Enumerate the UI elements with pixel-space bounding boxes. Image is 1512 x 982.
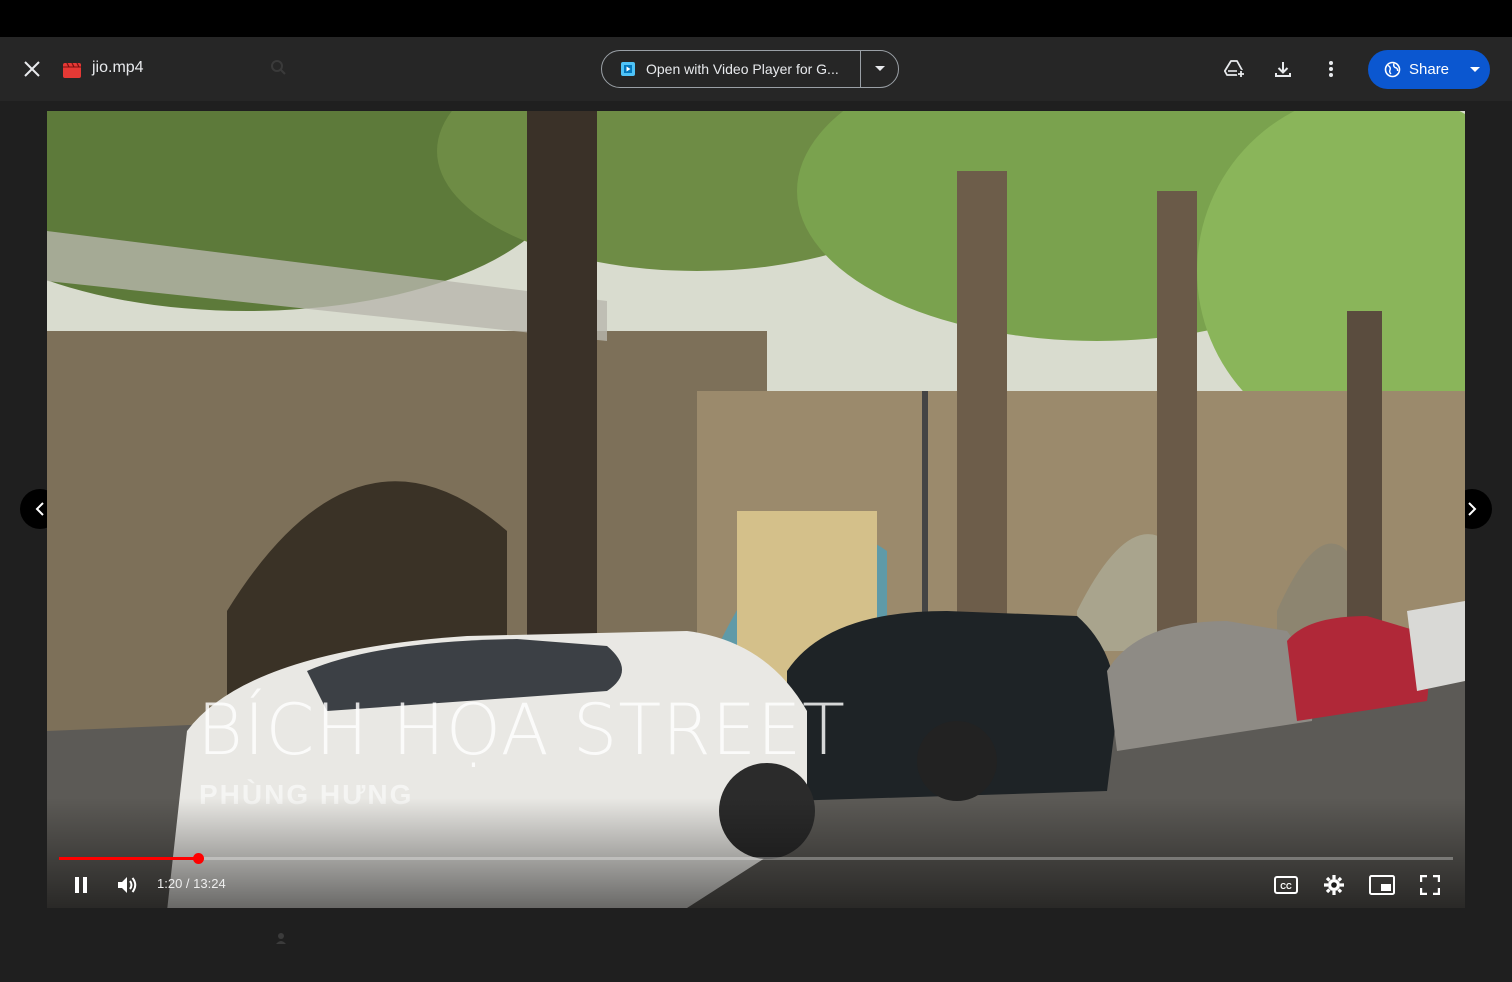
close-icon xyxy=(24,61,40,77)
open-with-button-group: Open with Video Player for G... xyxy=(601,50,899,88)
arrow-drop-down-icon xyxy=(1470,66,1480,72)
progress-scrubber[interactable] xyxy=(193,853,204,864)
download-button[interactable] xyxy=(1263,49,1303,89)
share-button[interactable]: Share xyxy=(1368,50,1460,89)
time-display: 1:20 / 13:24 xyxy=(157,876,226,891)
arrow-drop-down-icon xyxy=(874,66,885,71)
chevron-left-icon xyxy=(35,502,44,516)
video-title-overlay: BÍCH HỌA STREET xyxy=(197,689,846,771)
fullscreen-icon xyxy=(1420,875,1440,895)
open-with-dropdown[interactable] xyxy=(861,51,898,87)
svg-text:CC: CC xyxy=(1280,882,1292,891)
share-dropdown[interactable] xyxy=(1460,50,1490,89)
video-file-icon xyxy=(63,62,81,78)
settings-button[interactable] xyxy=(1316,867,1352,903)
miniplayer-button[interactable] xyxy=(1364,867,1400,903)
browser-top-strip xyxy=(0,0,1512,37)
more-vert-icon xyxy=(1329,61,1333,77)
globe-icon xyxy=(1384,61,1401,78)
captions-button[interactable]: CC xyxy=(1268,867,1304,903)
file-name: jio.mp4 xyxy=(92,59,144,76)
open-with-button[interactable]: Open with Video Player for G... xyxy=(602,51,860,87)
volume-button[interactable] xyxy=(109,867,145,903)
progress-fill xyxy=(59,857,198,860)
progress-bar[interactable] xyxy=(59,853,1453,864)
cc-icon: CC xyxy=(1274,876,1298,894)
gear-icon xyxy=(1324,875,1344,895)
video-player-app-icon xyxy=(621,62,635,76)
more-options-button[interactable] xyxy=(1311,49,1351,89)
share-button-group: Share xyxy=(1368,50,1490,89)
chevron-right-icon xyxy=(1468,502,1477,516)
add-to-drive-button[interactable] xyxy=(1215,49,1255,89)
open-with-label: Open with Video Player for G... xyxy=(646,61,839,77)
pause-button[interactable] xyxy=(63,867,99,903)
viewer-header: jio.mp4 Open with Video Player for G... xyxy=(0,37,1512,101)
background-footer-ghost xyxy=(275,932,287,944)
person-icon xyxy=(276,933,286,944)
pause-icon xyxy=(75,877,87,893)
controls-gradient xyxy=(47,798,1465,908)
video-player[interactable]: BÍCH HỌA STREET PHÙNG HƯNG 1:20 / 13:24 … xyxy=(47,111,1465,908)
volume-icon xyxy=(118,877,137,893)
share-label: Share xyxy=(1409,61,1450,78)
download-icon xyxy=(1275,62,1291,77)
fullscreen-button[interactable] xyxy=(1412,867,1448,903)
add-to-drive-icon xyxy=(1224,60,1246,79)
background-search-ghost xyxy=(270,59,286,75)
search-icon xyxy=(271,60,286,75)
close-button[interactable] xyxy=(12,49,52,89)
miniplayer-icon xyxy=(1369,875,1395,895)
